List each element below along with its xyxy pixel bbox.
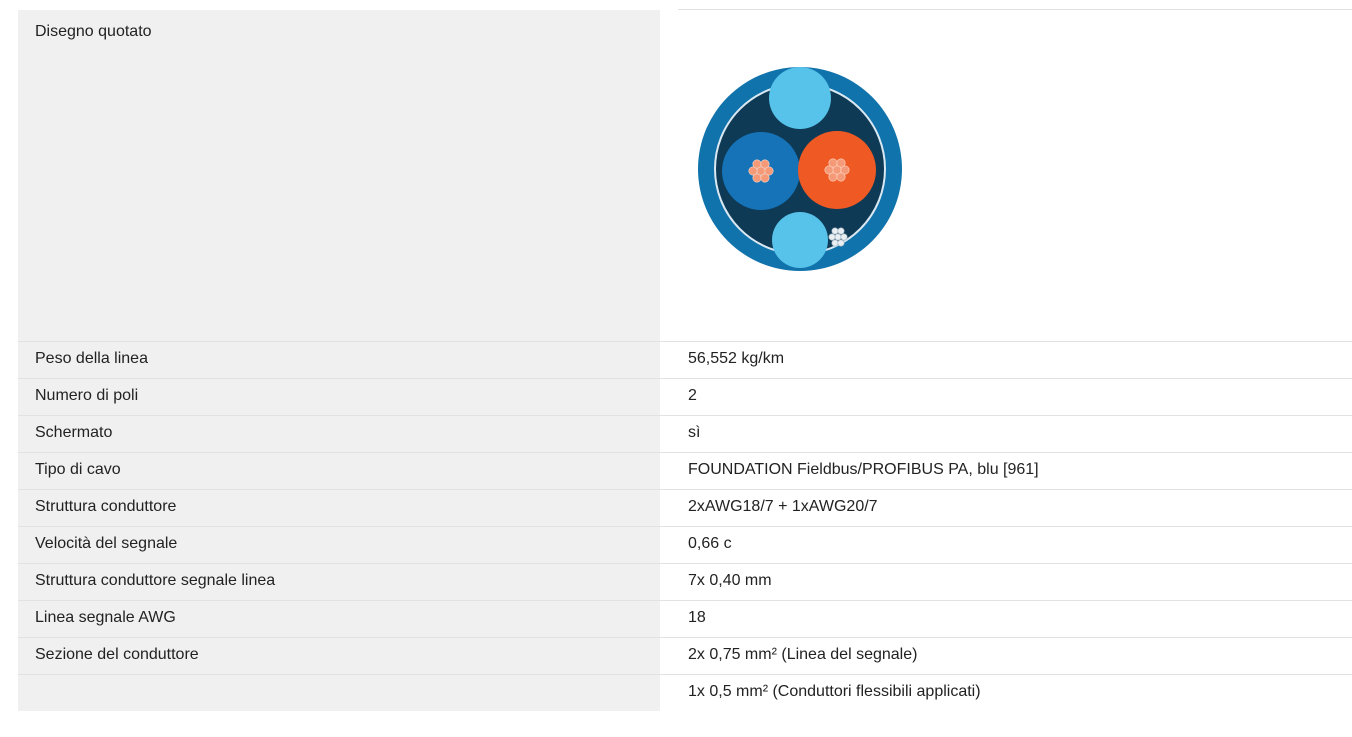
spec-row: Linea segnale AWG 18 [18, 601, 1352, 638]
spec-row: Schermato sì [18, 416, 1352, 453]
spec-row: 1x 0,5 mm² (Conduttori flessibili applic… [18, 675, 1352, 711]
spec-row-drawing: Disegno quotato [18, 10, 1352, 342]
spec-label: Schermato [18, 416, 660, 452]
spec-label: Numero di poli [18, 379, 660, 415]
spec-label: Velocità del segnale [18, 527, 660, 563]
spec-value: sì [688, 424, 701, 441]
spec-value: 7x 0,40 mm [688, 572, 772, 589]
spec-value: FOUNDATION Fieldbus/PROFIBUS PA, blu [96… [688, 461, 1039, 478]
spec-label: Tipo di cavo [18, 453, 660, 489]
spec-value: 1x 0,5 mm² (Conduttori flessibili applic… [688, 683, 981, 700]
spec-label: Sezione del conduttore [18, 638, 660, 674]
spec-row: Sezione del conduttore 2x 0,75 mm² (Line… [18, 638, 1352, 675]
spec-value-drawing [660, 10, 1334, 341]
spec-row: Peso della linea 56,552 kg/km [18, 342, 1352, 379]
spec-label: Struttura conduttore [18, 490, 660, 526]
spec-row: Struttura conduttore 2xAWG18/7 + 1xAWG20… [18, 490, 1352, 527]
spec-row: Velocità del segnale 0,66 c [18, 527, 1352, 564]
spec-value: 0,66 c [688, 535, 732, 552]
spec-rows: Peso della linea 56,552 kg/km Numero di … [18, 342, 1352, 711]
spec-label: Linea segnale AWG [18, 601, 660, 637]
spec-value: 56,552 kg/km [688, 350, 785, 367]
spec-row: Struttura conduttore segnale linea 7x 0,… [18, 564, 1352, 601]
spec-label [18, 675, 660, 711]
spec-label: Disegno quotato [18, 10, 660, 341]
spec-value: 2 [688, 387, 697, 404]
cable-cross-section-icon [698, 67, 902, 271]
spec-table: Disegno quotato Peso della linea 56,552 … [18, 10, 1352, 711]
spec-value: 2x 0,75 mm² (Linea del segnale) [688, 646, 918, 663]
spec-row: Tipo di cavo FOUNDATION Fieldbus/PROFIBU… [18, 453, 1352, 490]
spec-label: Peso della linea [18, 342, 660, 378]
spec-value: 2xAWG18/7 + 1xAWG20/7 [688, 498, 878, 515]
spec-value: 18 [688, 609, 706, 626]
spec-label: Struttura conduttore segnale linea [18, 564, 660, 600]
spec-row: Numero di poli 2 [18, 379, 1352, 416]
